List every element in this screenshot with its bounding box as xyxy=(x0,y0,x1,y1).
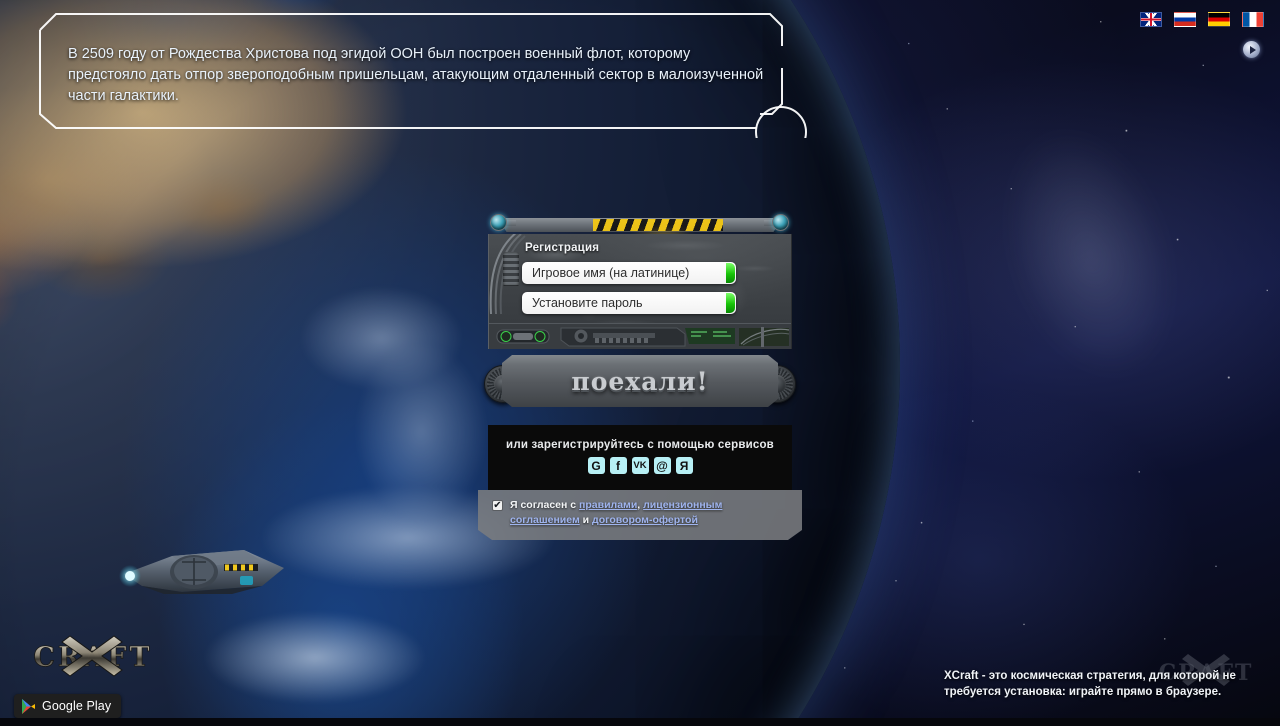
intro-narration-bubble: В 2509 году от Рождества Христова под эг… xyxy=(30,8,810,138)
bolt-left-icon xyxy=(488,212,516,234)
site-tagline: XCraft - это космическая стратегия, для … xyxy=(944,670,1236,698)
flag-gb-icon[interactable] xyxy=(1140,12,1162,27)
login-status-indicator xyxy=(726,263,735,283)
xcraft-logo[interactable]: CRAFT xyxy=(18,630,168,678)
narration-text: В 2509 году от Рождества Христова под эг… xyxy=(68,46,764,104)
google-play-badge[interactable]: Google Play xyxy=(14,694,122,718)
registration-panel: Регистрация Игровое имя (на латинице) по… xyxy=(480,212,800,540)
submit-button-area: поехали! xyxy=(480,349,800,425)
flag-de-icon[interactable] xyxy=(1208,12,1230,27)
machinery-strip xyxy=(489,323,791,349)
flag-ru-icon[interactable] xyxy=(1174,12,1196,27)
rules-link[interactable]: правилами xyxy=(579,499,637,511)
agreement-checkbox[interactable]: ✔ xyxy=(492,500,503,511)
google-icon[interactable]: G xyxy=(587,457,605,474)
agreement-bar: ✔ Я согласен с правилами, лицензионным с… xyxy=(478,490,802,540)
login-field-wrap[interactable] xyxy=(522,262,736,284)
yandex-icon[interactable]: Я xyxy=(675,457,693,474)
social-signup-label: или зарегистрируйтесь с помощью сервисов xyxy=(506,439,774,451)
panel-body: Регистрация xyxy=(488,234,792,349)
bottom-strip xyxy=(0,718,1280,726)
vent-slats-icon xyxy=(503,252,519,286)
agreement-text: Я согласен с правилами, лицензионным сог… xyxy=(510,498,788,528)
offer-contract-link[interactable]: договором-офертой xyxy=(592,514,698,526)
facebook-icon[interactable]: f xyxy=(609,457,627,474)
bolt-right-icon xyxy=(764,212,792,234)
password-input[interactable] xyxy=(522,292,736,314)
agreement-conjunction: и xyxy=(579,514,593,526)
google-play-icon xyxy=(22,698,35,714)
agreement-prefix: Я согласен с xyxy=(510,499,580,511)
flag-fr-icon[interactable] xyxy=(1242,12,1264,27)
vk-icon[interactable]: VK xyxy=(631,457,649,474)
mailru-icon[interactable]: @ xyxy=(653,457,671,474)
password-status-indicator xyxy=(726,293,735,313)
google-play-label: Google Play xyxy=(42,699,112,713)
language-selector xyxy=(1140,12,1264,27)
panel-top-bar xyxy=(488,212,792,252)
social-signup-block: или зарегистрируйтесь с помощью сервисов… xyxy=(488,425,792,490)
register-submit-button[interactable] xyxy=(502,355,778,407)
password-field-wrap[interactable] xyxy=(522,292,736,314)
social-icon-row: G f VK @ Я xyxy=(488,457,792,474)
play-sound-button[interactable] xyxy=(1243,41,1260,58)
spaceship-illustration xyxy=(112,528,302,610)
panel-title: Регистрация xyxy=(525,242,600,254)
login-input[interactable] xyxy=(522,262,736,284)
play-icon xyxy=(1249,45,1256,54)
game-landing-page: В 2509 году от Рождества Христова под эг… xyxy=(0,0,1280,726)
